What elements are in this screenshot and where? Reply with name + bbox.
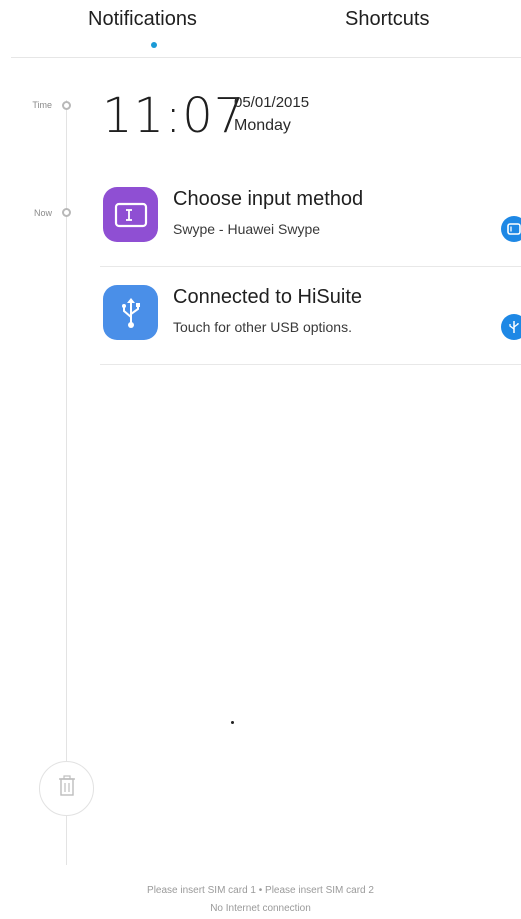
active-tab-indicator bbox=[151, 42, 157, 48]
panel-tabs: Notifications Shortcuts bbox=[0, 0, 521, 58]
network-status-text: No Internet connection bbox=[210, 903, 311, 914]
notification-title: Connected to HiSuite bbox=[173, 286, 363, 308]
usb-badge-icon bbox=[501, 314, 521, 340]
timeline-time-label: Time bbox=[32, 100, 52, 110]
tab-notifications[interactable]: Notifications bbox=[88, 8, 197, 31]
tab-shortcuts[interactable]: Shortcuts bbox=[345, 8, 429, 31]
notification-panel: Notifications Shortcuts Time Now 11:07 0… bbox=[0, 0, 521, 919]
notification-subtitle: Touch for other USB options. bbox=[173, 319, 352, 335]
trash-icon bbox=[58, 775, 76, 802]
clock-date: 05/01/2015 bbox=[234, 94, 310, 111]
stray-dot bbox=[231, 721, 234, 724]
notification-subtitle: Swype - Huawei Swype bbox=[173, 221, 321, 237]
keyboard-input-icon bbox=[103, 187, 158, 242]
clear-all-button[interactable] bbox=[39, 761, 94, 816]
timeline-now-dot bbox=[62, 208, 71, 217]
timeline-time-dot bbox=[62, 101, 71, 110]
clock-time: 11:07 bbox=[102, 88, 246, 144]
usb-icon bbox=[103, 285, 158, 340]
tabs-divider bbox=[11, 57, 521, 58]
notification-title: Choose input method bbox=[173, 188, 364, 210]
notification-input-method[interactable]: Choose input method Swype - Huawei Swype bbox=[100, 170, 521, 267]
notification-hisuite[interactable]: Connected to HiSuite Touch for other USB… bbox=[100, 268, 521, 365]
sim-status-text: Please insert SIM card 1 • Please insert… bbox=[147, 885, 374, 896]
timeline-now-label: Now bbox=[33, 208, 52, 218]
keyboard-badge-icon bbox=[501, 216, 521, 242]
clock-day: Monday bbox=[234, 117, 291, 134]
